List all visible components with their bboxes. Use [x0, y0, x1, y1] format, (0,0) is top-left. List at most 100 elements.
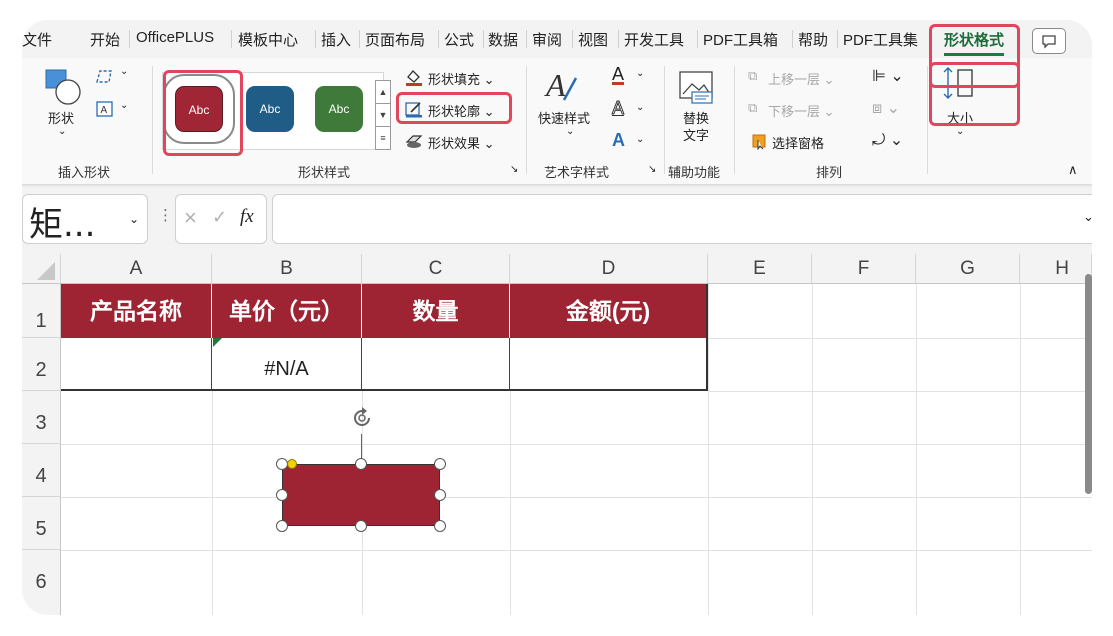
- tab-officeplus[interactable]: OfficePLUS: [136, 29, 214, 46]
- tab-review[interactable]: 审阅: [532, 29, 562, 50]
- shape-effects-button[interactable]: 形状效果 ⌄: [428, 133, 495, 152]
- gallery-scroll-up[interactable]: ▲: [375, 80, 391, 104]
- chevron-down-icon: ⌄: [120, 66, 129, 77]
- rectangle-shape[interactable]: [282, 464, 440, 526]
- quick-styles-icon[interactable]: A: [542, 66, 580, 106]
- tab-divider: [526, 30, 527, 48]
- tab-template-center[interactable]: 模板中心: [238, 29, 298, 50]
- column-header-h[interactable]: H: [1020, 254, 1092, 284]
- cell-c1[interactable]: 数量: [362, 284, 510, 338]
- text-effects-icon[interactable]: A: [612, 130, 625, 151]
- row-header-2[interactable]: 2: [22, 338, 61, 391]
- text-box-icon[interactable]: A: [95, 100, 115, 118]
- cell-d1[interactable]: 金额(元): [510, 284, 708, 338]
- tab-divider: [129, 30, 130, 48]
- tab-formulas[interactable]: 公式: [444, 29, 474, 50]
- column-header-c[interactable]: C: [362, 254, 510, 284]
- edit-shape-icon[interactable]: [95, 68, 115, 86]
- tab-pdf-toolset[interactable]: PDF工具集: [843, 29, 918, 50]
- group-label-insert-shapes: 插入形状: [58, 165, 111, 180]
- alt-text-label: 文字: [683, 128, 710, 143]
- column-header-b[interactable]: B: [212, 254, 362, 284]
- cell-a2[interactable]: [61, 338, 212, 391]
- cell-c2[interactable]: [362, 338, 510, 391]
- name-box-value: 矩...: [29, 205, 96, 245]
- cell-b2[interactable]: #N/A: [212, 338, 362, 391]
- name-box[interactable]: 矩... ⌄: [22, 194, 148, 245]
- chevron-down-icon: ⌄: [58, 126, 67, 137]
- resize-handle-top-right[interactable]: [434, 458, 446, 470]
- gridline: [916, 284, 917, 615]
- tab-data[interactable]: 数据: [488, 29, 518, 50]
- resize-handle-bottom[interactable]: [355, 520, 367, 532]
- group-label-arrange: 排列: [816, 165, 843, 180]
- rotate-icon[interactable]: ⤾ ⌄: [872, 130, 903, 150]
- tab-pdf-toolbox[interactable]: PDF工具箱: [703, 29, 778, 50]
- resize-handle-left[interactable]: [276, 489, 288, 501]
- bring-forward-button[interactable]: 上移一层 ⌄: [768, 69, 835, 88]
- dialog-launcher-icon[interactable]: ↘: [510, 164, 518, 175]
- select-all-corner[interactable]: [22, 254, 61, 284]
- cancel-icon[interactable]: ×: [184, 205, 197, 231]
- chevron-down-icon[interactable]: ⌄: [129, 212, 139, 226]
- svg-text:A: A: [544, 67, 566, 103]
- vertical-scrollbar[interactable]: [1085, 274, 1092, 494]
- tab-divider: [837, 30, 838, 48]
- column-header-a[interactable]: A: [61, 254, 212, 284]
- text-fill-icon[interactable]: A: [612, 64, 624, 85]
- selection-pane-icon: [752, 134, 766, 150]
- formula-input[interactable]: ⌄: [272, 194, 1092, 244]
- shapes-icon[interactable]: [44, 68, 84, 106]
- rotate-handle-icon[interactable]: [348, 406, 376, 436]
- shape-style-2[interactable]: Abc: [246, 86, 294, 132]
- tab-view[interactable]: 视图: [578, 29, 608, 50]
- row-header-6[interactable]: 6: [22, 550, 61, 615]
- group-objects-icon[interactable]: ⧈ ⌄: [872, 98, 900, 118]
- cell-d2[interactable]: [510, 338, 708, 391]
- tab-insert[interactable]: 插入: [321, 29, 351, 50]
- adjustment-handle[interactable]: [287, 459, 297, 469]
- row-header-5[interactable]: 5: [22, 497, 61, 550]
- confirm-icon[interactable]: ✓: [212, 207, 227, 228]
- tab-divider: [231, 30, 232, 48]
- tab-help[interactable]: 帮助: [798, 29, 828, 50]
- gallery-scroll-down[interactable]: ▼: [375, 103, 391, 127]
- gallery-more[interactable]: ≡: [375, 126, 391, 150]
- resize-handle-bottom-right[interactable]: [434, 520, 446, 532]
- resize-handle-bottom-left[interactable]: [276, 520, 288, 532]
- text-outline-icon[interactable]: A: [611, 98, 624, 119]
- resize-handle-right[interactable]: [434, 489, 446, 501]
- insert-function-button[interactable]: fx: [240, 206, 254, 228]
- cell-b1[interactable]: 单价（元）: [212, 284, 362, 338]
- more-options-icon[interactable]: ⋮: [158, 206, 173, 224]
- chevron-down-icon: ⌄: [120, 100, 129, 111]
- alt-text-icon[interactable]: [678, 70, 716, 106]
- expand-formula-icon[interactable]: ⌄: [1083, 209, 1092, 225]
- resize-handle-top[interactable]: [355, 458, 367, 470]
- group-divider: [526, 66, 527, 174]
- gridline: [61, 497, 1092, 498]
- collapse-ribbon-icon[interactable]: ∧: [1068, 162, 1078, 178]
- tab-divider: [697, 30, 698, 48]
- chevron-down-icon: ⌄: [956, 126, 965, 137]
- shape-style-3[interactable]: Abc: [315, 86, 363, 132]
- send-backward-button[interactable]: 下移一层 ⌄: [768, 101, 835, 120]
- column-header-g[interactable]: G: [916, 254, 1020, 284]
- comments-button[interactable]: [1032, 28, 1066, 54]
- tab-file[interactable]: 文件: [22, 29, 52, 50]
- shape-fill-button[interactable]: 形状填充 ⌄: [428, 69, 495, 88]
- align-icon[interactable]: ⊫ ⌄: [872, 66, 904, 86]
- row-header-4[interactable]: 4: [22, 444, 61, 497]
- column-header-d[interactable]: D: [510, 254, 708, 284]
- tab-developer[interactable]: 开发工具: [624, 29, 684, 50]
- tab-page-layout[interactable]: 页面布局: [365, 29, 425, 50]
- gridline: [61, 550, 1092, 551]
- row-header-1[interactable]: 1: [22, 284, 61, 338]
- column-header-e[interactable]: E: [708, 254, 812, 284]
- column-header-f[interactable]: F: [812, 254, 916, 284]
- dialog-launcher-icon[interactable]: ↘: [648, 164, 656, 175]
- row-header-3[interactable]: 3: [22, 391, 61, 444]
- selection-pane-button[interactable]: 选择窗格: [772, 133, 824, 152]
- tab-home[interactable]: 开始: [90, 29, 120, 50]
- cell-a1[interactable]: 产品名称: [61, 284, 212, 338]
